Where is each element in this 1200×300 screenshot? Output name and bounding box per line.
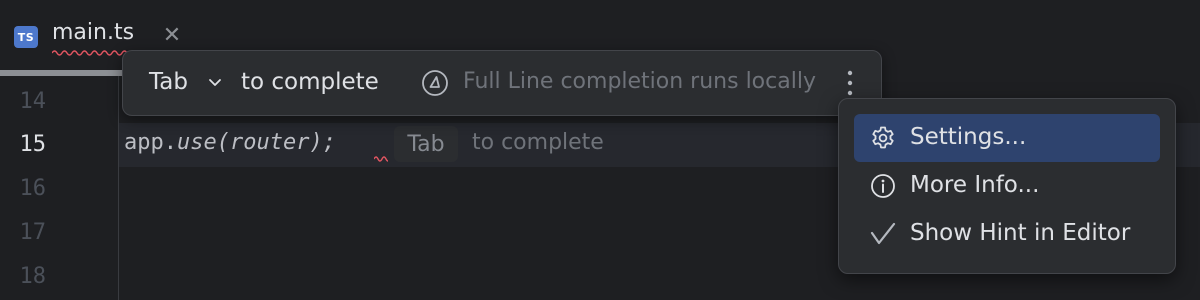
warning-squiggle-icon [374, 156, 388, 162]
typescript-file-icon: TS [14, 26, 38, 48]
info-icon [871, 174, 895, 198]
code-function: use [176, 130, 217, 155]
inline-complete-hint: to complete [472, 130, 604, 155]
more-options-icon[interactable] [839, 67, 861, 99]
code-object: app. [124, 130, 177, 155]
menu-item-more-info[interactable]: More Info... [854, 162, 1160, 210]
line-number: 14 [19, 89, 47, 114]
line-number-current: 15 [19, 132, 47, 157]
gear-icon [872, 126, 894, 149]
menu-item-show-hint[interactable]: Show Hint in Editor [854, 210, 1160, 258]
chevron-down-icon[interactable] [207, 75, 223, 91]
options-menu: Settings... More Info... Show Hint in Ed… [838, 98, 1176, 274]
completion-action-label: to complete [241, 69, 379, 95]
checkmark-icon [870, 222, 896, 245]
completion-key-label[interactable]: Tab [149, 69, 188, 95]
local-completion-note: Full Line completion runs locally [463, 69, 816, 94]
menu-label-show-hint: Show Hint in Editor [910, 220, 1131, 246]
line-number: 18 [19, 264, 47, 289]
menu-label-more-info: More Info... [910, 172, 1040, 198]
local-model-icon [422, 70, 448, 96]
code-line[interactable]: app.use(router); [124, 130, 336, 155]
inline-tab-key-hint[interactable]: Tab [394, 126, 458, 162]
tab-filename: main.ts [52, 20, 135, 45]
code-arguments: (router); [216, 130, 336, 155]
menu-label-settings: Settings... [910, 124, 1027, 150]
line-number: 17 [19, 220, 47, 245]
menu-item-settings[interactable]: Settings... [854, 114, 1160, 162]
completion-hint-popup: Tab to complete Full Line completion run… [122, 50, 882, 116]
close-tab-icon[interactable]: ✕ [158, 22, 186, 50]
gutter-divider [118, 76, 119, 300]
line-number: 16 [19, 176, 47, 201]
